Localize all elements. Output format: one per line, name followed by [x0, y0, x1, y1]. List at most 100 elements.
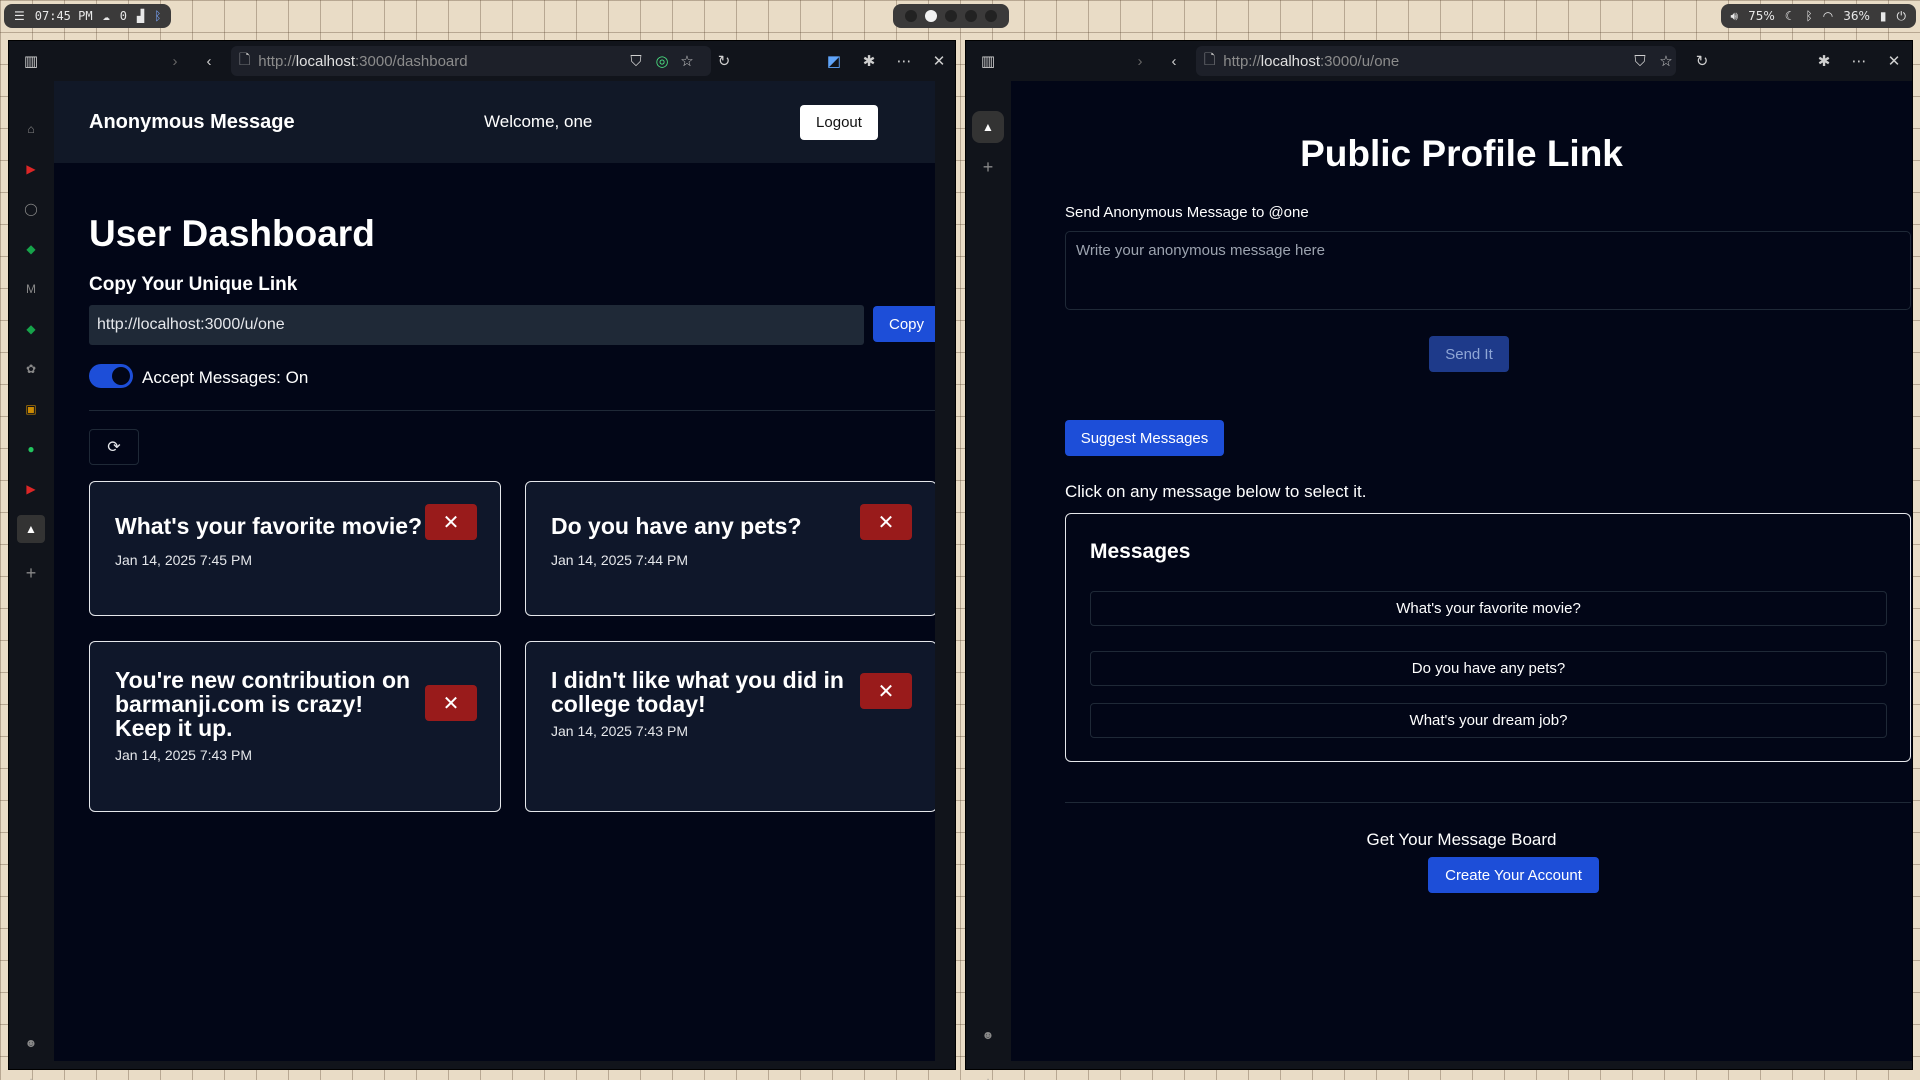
message-text: I didn't like what you did in college to… — [551, 667, 844, 717]
bookmark-star-icon[interactable]: ☆ — [677, 51, 697, 71]
workspace-dot[interactable] — [905, 10, 917, 22]
copy-button[interactable]: Copy — [873, 306, 935, 342]
wifi-icon[interactable]: ◠ — [1823, 9, 1833, 23]
brand-title[interactable]: Anonymous Message — [89, 111, 295, 134]
divider — [89, 410, 935, 411]
reload-icon[interactable]: ↻ — [714, 51, 734, 71]
addon-icon[interactable]: ◩ — [824, 51, 844, 71]
close-window-icon[interactable]: ✕ — [929, 51, 949, 71]
send-message-label: Send Anonymous Message to @one — [1065, 204, 1309, 221]
extensions-icon[interactable]: ✱ — [859, 51, 879, 71]
suggested-message-item[interactable]: What's your dream job? — [1090, 703, 1887, 738]
browser-toolbar: ▥ › ‹ 🗋 http://localhost:3000/u/one ⛉ ☆ … — [966, 41, 1912, 81]
menu-icon[interactable]: ☰ — [14, 9, 25, 23]
page-icon: 🗋 — [1204, 51, 1216, 67]
back-icon[interactable]: ‹ — [1164, 51, 1184, 71]
logout-button[interactable]: Logout — [800, 105, 878, 140]
bookmark-star-icon[interactable]: ☆ — [1656, 51, 1676, 71]
add-panel-icon[interactable]: + — [978, 157, 998, 177]
workspace-dot[interactable] — [945, 10, 957, 22]
url-path: :3000/u/one — [1320, 52, 1400, 70]
browser-sidebar: ▲ + ☻ ⤓ — [966, 81, 1011, 1080]
close-window-icon[interactable]: ✕ — [1884, 51, 1904, 71]
message-card: I didn't like what you did in college to… — [525, 641, 935, 812]
unique-link-field[interactable]: http://localhost:3000/u/one — [89, 305, 864, 345]
clock: 07:45 PM — [34, 9, 93, 23]
public-profile-page: Public Profile Link Send Anonymous Messa… — [1011, 81, 1912, 1061]
delete-message-button[interactable]: ✕ — [425, 685, 477, 721]
bluetooth-icon[interactable]: ᛒ — [1806, 9, 1813, 23]
sidebar-toggle-icon[interactable]: ▥ — [978, 51, 998, 71]
url-host: localhost — [295, 52, 355, 70]
create-account-button[interactable]: Create Your Account — [1428, 857, 1599, 893]
page-title: User Dashboard — [89, 213, 375, 254]
workspace-dot-active[interactable] — [925, 10, 937, 22]
forward-icon[interactable]: › — [1130, 51, 1150, 71]
message-date: Jan 14, 2025 7:43 PM — [551, 723, 688, 739]
delete-message-button[interactable]: ✕ — [425, 504, 477, 540]
message-date: Jan 14, 2025 7:45 PM — [115, 552, 252, 568]
back-icon[interactable]: ‹ — [199, 51, 219, 71]
accept-messages-switch[interactable] — [89, 364, 133, 388]
reload-icon[interactable]: ↻ — [1692, 51, 1712, 71]
url-prefix: http:// — [1223, 52, 1261, 70]
hd-icon[interactable]: ▣ — [21, 399, 41, 419]
browser-sidebar: ⌂ ▶ ◯ ◆ M ◆ ✿ ▣ ● ▶ ▲ + ☻ ⤓ — [9, 81, 54, 1080]
app-active-icon[interactable]: ▲ — [17, 515, 45, 543]
get-board-text: Get Your Message Board — [1366, 830, 1557, 849]
close-icon: ✕ — [442, 511, 460, 534]
youtube-icon[interactable]: ▶ — [21, 159, 41, 179]
github-icon[interactable]: ◯ — [21, 199, 41, 219]
accept-messages-label: Accept Messages: On — [142, 368, 309, 387]
extensions-icon[interactable]: ✱ — [1814, 51, 1834, 71]
app-active-icon[interactable]: ▲ — [972, 111, 1004, 143]
add-panel-icon[interactable]: + — [21, 563, 41, 583]
system-status-left: ☰ 07:45 PM ☁ 0 ▟ ᛒ — [4, 4, 172, 28]
shield-icon[interactable]: ⛉ — [1630, 51, 1650, 71]
youtube-icon[interactable]: ▶ — [21, 479, 41, 499]
profile-avatar-icon[interactable]: ☻ — [21, 1033, 41, 1053]
address-bar[interactable]: 🗋 http://localhost:3000/u/one — [1196, 46, 1676, 76]
suggest-messages-button[interactable]: Suggest Messages — [1065, 420, 1224, 456]
profile-avatar-icon[interactable]: ☻ — [978, 1025, 998, 1045]
close-icon: ✕ — [877, 511, 895, 534]
whatsapp-icon[interactable]: ● — [21, 439, 41, 459]
openai-icon[interactable]: ✿ — [21, 359, 41, 379]
extension-icon[interactable]: ◎ — [652, 51, 672, 71]
workspace-dot[interactable] — [985, 10, 997, 22]
workspace-dot[interactable] — [965, 10, 977, 22]
url-prefix: http:// — [258, 52, 296, 70]
divider — [1065, 802, 1911, 803]
messages-heading: Messages — [1090, 540, 1191, 563]
delete-message-button[interactable]: ✕ — [860, 504, 912, 540]
url-host: localhost — [1260, 52, 1320, 70]
home-icon[interactable]: ⌂ — [21, 119, 41, 139]
message-card: Do you have any pets? Jan 14, 2025 7:44 … — [525, 481, 935, 616]
refresh-icon: ⟳ — [107, 439, 121, 456]
send-it-button[interactable]: Send It — [1429, 336, 1509, 372]
download-icon[interactable]: ⤓ — [978, 1073, 998, 1080]
mongodb-icon[interactable]: ◆ — [21, 319, 41, 339]
message-text: Do you have any pets? — [551, 513, 802, 539]
medium-icon[interactable]: M — [21, 279, 41, 299]
welcome-text: Welcome, one — [484, 112, 593, 131]
sidebar-toggle-icon[interactable]: ▥ — [21, 51, 41, 71]
navbar: Anonymous Message Welcome, one Logout — [54, 81, 935, 163]
more-menu-icon[interactable]: ⋯ — [1849, 51, 1869, 71]
forward-icon[interactable]: › — [165, 51, 185, 71]
suggested-message-item[interactable]: Do you have any pets? — [1090, 651, 1887, 686]
leaf-icon[interactable]: ◆ — [21, 239, 41, 259]
volume-icon[interactable]: 🔊︎ — [1731, 9, 1739, 24]
refresh-button[interactable]: ⟳ — [89, 429, 139, 465]
close-icon: ✕ — [442, 692, 460, 715]
anonymous-message-input[interactable]: Write your anonymous message here — [1065, 231, 1911, 310]
download-icon[interactable]: ⤓ — [21, 1073, 41, 1080]
delete-message-button[interactable]: ✕ — [860, 673, 912, 709]
page-title: Public Profile Link — [1300, 133, 1623, 174]
suggested-message-item[interactable]: What's your favorite movie? — [1090, 591, 1887, 626]
message-card: You're new contribution on barmanji.com … — [89, 641, 501, 812]
power-icon[interactable]: ⏻ — [1897, 9, 1907, 24]
shield-icon[interactable]: ⛉ — [626, 51, 646, 71]
more-menu-icon[interactable]: ⋯ — [894, 51, 914, 71]
moon-icon: ☾ — [1784, 9, 1796, 23]
